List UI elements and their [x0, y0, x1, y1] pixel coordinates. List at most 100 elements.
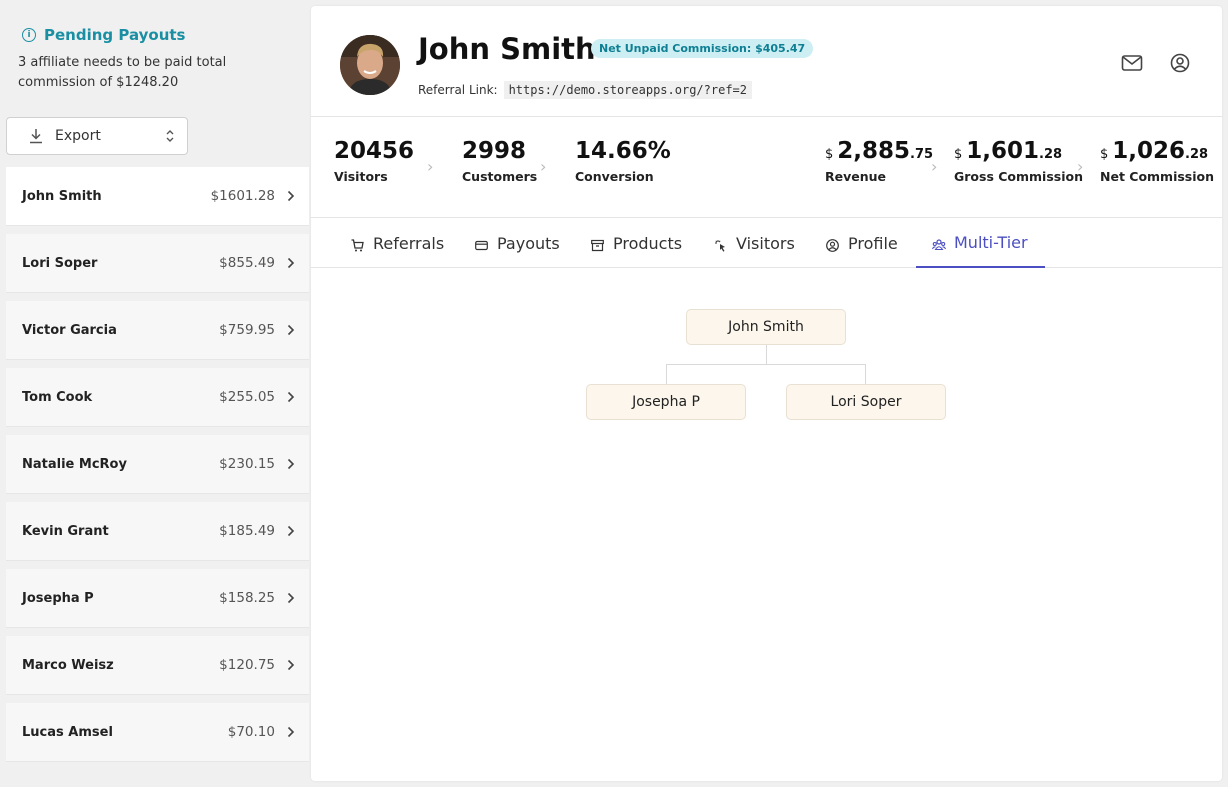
chevron-right-icon: › — [1077, 157, 1084, 176]
affiliate-list-item[interactable]: Kevin Grant $185.49 — [6, 502, 309, 561]
export-button[interactable]: Export — [6, 117, 188, 155]
affiliate-list-item[interactable]: John Smith $1601.28 — [6, 167, 309, 226]
tab-profile-label: Profile — [848, 233, 898, 253]
tree-node-root[interactable]: John Smith — [686, 309, 846, 345]
cursor-click-icon — [714, 237, 727, 252]
sidebar: i Pending Payouts 3 affiliate needs to b… — [0, 0, 310, 787]
affiliate-list-item[interactable]: Tom Cook $255.05 — [6, 368, 309, 427]
affiliate-name: Lucas Amsel — [22, 724, 113, 740]
chevron-right-icon: › — [931, 157, 938, 176]
tab-visitors-label: Visitors — [736, 233, 795, 253]
conversion-label: Conversion — [575, 169, 654, 184]
multi-tier-tree: John Smith Josepha P Lori Soper — [311, 268, 1222, 768]
user-circle-icon — [826, 237, 839, 252]
revenue-value: $2,885.75 — [825, 138, 933, 164]
pending-title-text: Pending Payouts — [44, 26, 186, 44]
chevron-right-icon — [287, 321, 295, 340]
stat-customers: 2998 Customers — [462, 138, 537, 184]
affiliate-name: John Smith — [418, 32, 596, 66]
chevron-right-icon — [287, 388, 295, 407]
gross-commission-value: $1,601.28 — [954, 138, 1083, 164]
affiliate-list-item[interactable]: Lori Soper $855.49 — [6, 234, 309, 293]
avatar — [340, 35, 400, 95]
referral-link[interactable]: https://demo.storeapps.org/?ref=2 — [503, 81, 752, 99]
affiliate-list-item[interactable]: Victor Garcia $759.95 — [6, 301, 309, 360]
affiliate-name: Lori Soper — [22, 255, 98, 271]
tree-node-child[interactable]: Lori Soper — [786, 384, 946, 420]
affiliate-name: Victor Garcia — [22, 322, 117, 338]
affiliate-list-item[interactable]: Lucas Amsel $70.10 — [6, 703, 309, 762]
user-profile-icon[interactable] — [1169, 53, 1191, 73]
chevron-right-icon — [287, 254, 295, 273]
tab-visitors[interactable]: Visitors — [714, 218, 795, 268]
affiliate-amount: $759.95 — [219, 322, 275, 338]
credit-card-icon — [475, 237, 488, 250]
affiliate-name: Tom Cook — [22, 389, 93, 405]
download-icon — [29, 128, 43, 144]
user-group-icon — [931, 236, 947, 250]
tree-connector — [766, 345, 767, 364]
tree-connector — [865, 364, 866, 384]
affiliate-amount: $70.10 — [227, 724, 275, 740]
tab-referrals[interactable]: Referrals — [351, 218, 444, 268]
chevron-right-icon — [287, 455, 295, 474]
affiliate-name: Kevin Grant — [22, 523, 109, 539]
tab-products-label: Products — [613, 233, 683, 253]
pending-payouts: i Pending Payouts 3 affiliate needs to b… — [18, 26, 298, 93]
affiliate-name: Marco Weisz — [22, 657, 114, 673]
visitors-value: 20456 — [334, 138, 415, 164]
stat-visitors: 20456 Visitors — [334, 138, 414, 184]
tab-payouts[interactable]: Payouts — [475, 218, 560, 268]
archive-box-icon — [591, 237, 604, 251]
affiliate-amount: $230.15 — [219, 456, 275, 472]
visitors-label: Visitors — [334, 169, 388, 184]
referral-link-label: Referral Link: — [418, 83, 498, 97]
gross-whole: 1,601 — [966, 138, 1040, 164]
affiliate-detail-panel: John Smith Net Unpaid Commission: $405.4… — [311, 6, 1222, 781]
tab-bar: Referrals Payouts Products Visitors Prof… — [311, 218, 1222, 268]
chevron-right-icon: › — [540, 157, 547, 176]
affiliate-amount: $185.49 — [219, 523, 275, 539]
affiliate-list-item[interactable]: Natalie McRoy $230.15 — [6, 435, 309, 494]
chevron-right-icon: › — [427, 157, 434, 176]
export-label: Export — [55, 128, 101, 144]
tab-profile[interactable]: Profile — [826, 218, 898, 268]
mail-icon[interactable] — [1121, 53, 1143, 73]
chevron-right-icon — [287, 723, 295, 742]
tree-connector — [666, 364, 866, 365]
gross-currency: $ — [954, 147, 963, 162]
affiliate-amount: $120.75 — [219, 657, 275, 673]
chevron-right-icon — [287, 522, 295, 541]
stats-bar: 20456 Visitors › 2998 Customers › 14.66%… — [311, 117, 1222, 218]
tab-multi-tier[interactable]: Multi-Tier — [916, 218, 1045, 268]
tab-referrals-label: Referrals — [373, 233, 445, 253]
affiliate-list-item[interactable]: Marco Weisz $120.75 — [6, 636, 309, 695]
affiliate-amount: $855.49 — [219, 255, 275, 271]
affiliate-list: John Smith $1601.28 Lori Soper $855.49 Victo… — [6, 167, 309, 770]
tab-products[interactable]: Products — [591, 218, 682, 268]
customers-label: Customers — [462, 169, 538, 184]
affiliate-amount: $255.05 — [219, 389, 275, 405]
pending-payouts-title: i Pending Payouts — [18, 26, 298, 44]
revenue-currency: $ — [825, 147, 834, 162]
stat-conversion: 14.66% Conversion — [575, 138, 671, 184]
customers-value: 2998 — [462, 138, 527, 164]
affiliate-list-item[interactable]: Josepha P $158.25 — [6, 569, 309, 628]
net-commission-value: $1,026.28 — [1100, 138, 1214, 164]
affiliate-header: John Smith Net Unpaid Commission: $405.4… — [311, 6, 1222, 117]
net-cents: .28 — [1185, 147, 1209, 162]
cart-icon — [351, 237, 364, 251]
affiliate-name: Natalie McRoy — [22, 456, 127, 472]
revenue-whole: 2,885 — [837, 138, 911, 164]
gross-commission-label: Gross Commission — [954, 169, 1083, 184]
gross-cents: .28 — [1039, 147, 1063, 162]
revenue-label: Revenue — [825, 169, 887, 184]
net-unpaid-commission-badge: Net Unpaid Commission: $405.47 — [591, 39, 814, 58]
tree-node-child[interactable]: Josepha P — [586, 384, 746, 420]
info-icon: i — [22, 28, 36, 42]
stat-revenue: $2,885.75 Revenue — [825, 138, 933, 184]
sort-chevrons-icon — [165, 129, 175, 143]
affiliate-amount: $1601.28 — [210, 188, 275, 204]
net-commission-label: Net Commission — [1100, 169, 1215, 184]
chevron-right-icon — [287, 589, 295, 608]
